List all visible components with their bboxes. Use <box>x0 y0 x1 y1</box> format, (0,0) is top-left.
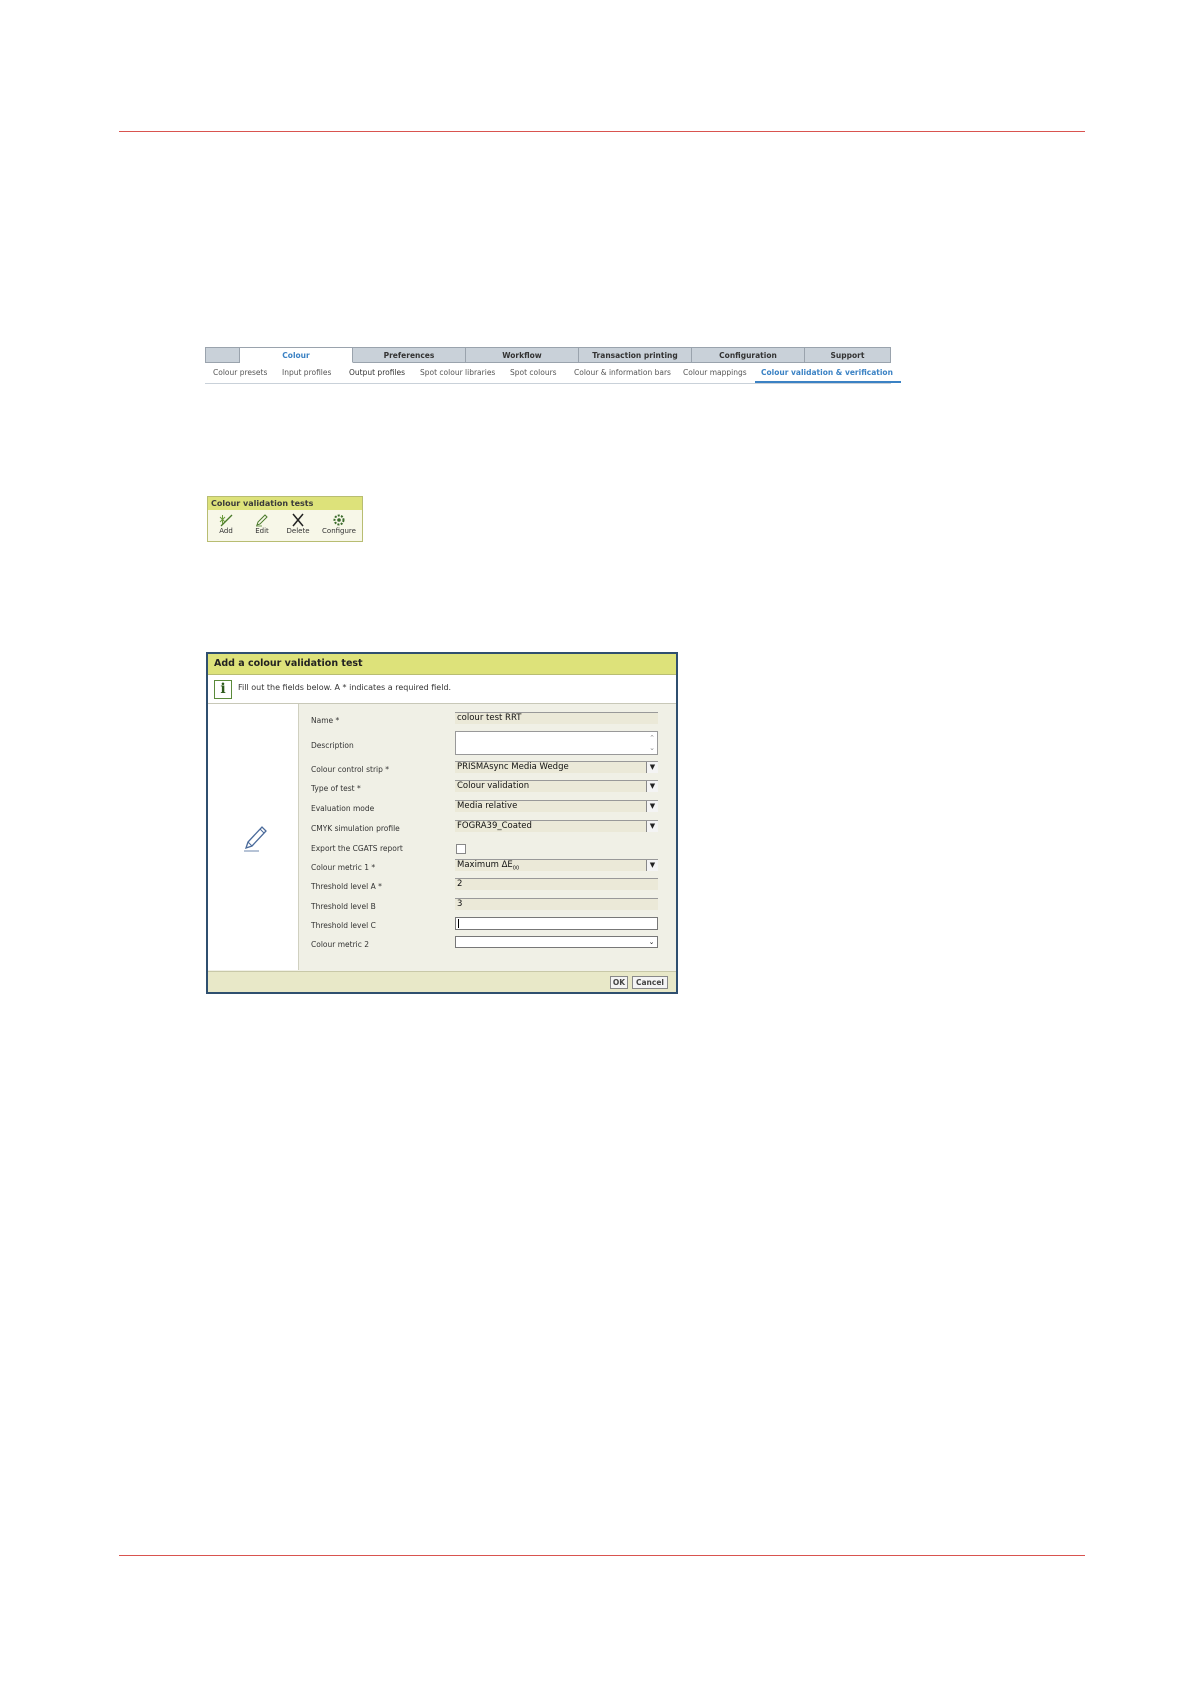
type-value: Colour validation <box>457 781 530 791</box>
dialog-icon-column <box>208 704 299 970</box>
toolbar-title: Colour validation tests <box>208 497 362 510</box>
tab-blank[interactable] <box>205 347 240 363</box>
threshold-a-label: Threshold level A * <box>311 882 382 891</box>
mode-label: Evaluation mode <box>311 804 375 813</box>
header-rule <box>119 131 1085 132</box>
chevron-down-icon[interactable]: ▼ <box>646 821 658 832</box>
dialog-title: Add a colour validation test <box>208 654 676 675</box>
metric2-select[interactable]: ⌄ <box>455 936 658 948</box>
mode-select[interactable]: Media relative ▼ <box>455 800 658 812</box>
pencil-icon <box>244 826 267 852</box>
subtab-colour-presets[interactable]: Colour presets <box>213 368 267 377</box>
tab-transaction-printing[interactable]: Transaction printing <box>579 347 692 363</box>
sub-tab-row: Colour presets Input profiles Output pro… <box>205 364 901 384</box>
name-field[interactable]: colour test RRT <box>455 712 658 724</box>
description-label: Description <box>311 741 354 750</box>
add-label: Add <box>219 527 233 535</box>
test-form: Name * colour test RRT Description ⌃ ⌄ Co… <box>298 704 676 970</box>
tab-configuration[interactable]: Configuration <box>692 347 805 363</box>
threshold-c-label: Threshold level C <box>311 921 376 930</box>
ok-button[interactable]: OK <box>610 976 628 989</box>
type-select[interactable]: Colour validation ▼ <box>455 780 658 792</box>
navigation-tabs: Colour Preferences Workflow Transaction … <box>205 347 901 384</box>
threshold-c-field[interactable] <box>455 917 658 930</box>
description-field[interactable]: ⌃ ⌄ <box>455 731 658 755</box>
cgats-checkbox[interactable] <box>456 844 466 854</box>
subtab-colour-information-bars[interactable]: Colour & information bars <box>574 368 671 377</box>
subtab-colour-validation-verification[interactable]: Colour validation & verification <box>755 368 901 383</box>
metric1-value: Maximum ΔE <box>457 860 513 870</box>
info-text: Fill out the fields below. A * indicates… <box>238 683 452 692</box>
configure-button[interactable]: Configure <box>318 513 360 535</box>
info-icon: i <box>214 680 232 699</box>
scroll-arrows-icon[interactable]: ⌃ ⌄ <box>649 733 655 753</box>
configure-label: Configure <box>322 527 356 535</box>
metric2-label: Colour metric 2 <box>311 940 370 949</box>
colour-validation-toolbar: Colour validation tests Add Edit Delete … <box>207 496 363 542</box>
text-cursor <box>458 919 459 928</box>
dialog-footer: OK Cancel <box>208 971 676 992</box>
subtab-input-profiles[interactable]: Input profiles <box>282 368 331 377</box>
metric1-label: Colour metric 1 * <box>311 863 376 872</box>
threshold-b-label: Threshold level B <box>311 902 376 911</box>
subtab-spot-colours[interactable]: Spot colours <box>510 368 557 377</box>
delete-button[interactable]: Delete <box>280 513 316 535</box>
cmyk-label: CMYK simulation profile <box>311 824 400 833</box>
cancel-button[interactable]: Cancel <box>632 976 668 989</box>
chevron-down-icon[interactable]: ▼ <box>646 860 658 871</box>
mode-value: Media relative <box>457 801 518 811</box>
edit-button[interactable]: Edit <box>244 513 280 535</box>
tab-support[interactable]: Support <box>805 347 891 363</box>
tab-workflow[interactable]: Workflow <box>466 347 579 363</box>
add-test-dialog: Add a colour validation test i Fill out … <box>206 652 678 994</box>
footer-rule <box>119 1555 1085 1556</box>
type-label: Type of test * <box>311 784 361 793</box>
edit-icon <box>256 514 268 527</box>
main-tab-row: Colour Preferences Workflow Transaction … <box>205 347 891 364</box>
metric1-value-subscript: 00 <box>512 865 520 871</box>
threshold-a-field[interactable]: 2 <box>455 878 658 890</box>
name-label: Name * <box>311 716 340 725</box>
add-button[interactable]: Add <box>208 513 244 535</box>
delete-icon <box>292 513 304 527</box>
tab-colour[interactable]: Colour <box>240 347 353 363</box>
strip-label: Colour control strip * <box>311 765 390 774</box>
chevron-down-icon[interactable]: ▼ <box>646 781 658 792</box>
chevron-down-icon[interactable]: ▼ <box>646 801 658 812</box>
info-bar: i Fill out the fields below. A * indicat… <box>208 675 676 704</box>
cmyk-select[interactable]: FOGRA39_Coated ▼ <box>455 820 658 832</box>
delete-label: Delete <box>286 527 310 535</box>
chevron-down-icon[interactable]: ⌄ <box>646 937 657 947</box>
tab-preferences[interactable]: Preferences <box>353 347 466 363</box>
add-icon <box>219 514 233 527</box>
subtab-colour-mappings[interactable]: Colour mappings <box>683 368 747 377</box>
subtab-output-profiles[interactable]: Output profiles <box>349 368 405 377</box>
cmyk-value: FOGRA39_Coated <box>457 821 532 831</box>
edit-label: Edit <box>255 527 269 535</box>
metric1-select[interactable]: Maximum ΔE00 ▼ <box>455 859 658 871</box>
strip-select[interactable]: PRISMAsync Media Wedge ▼ <box>455 761 658 773</box>
cgats-label: Export the CGATS report <box>311 844 403 853</box>
subtab-spot-colour-libraries[interactable]: Spot colour libraries <box>420 368 495 377</box>
configure-icon <box>333 514 345 526</box>
threshold-b-field[interactable]: 3 <box>455 898 658 910</box>
chevron-down-icon[interactable]: ▼ <box>646 762 658 773</box>
strip-value: PRISMAsync Media Wedge <box>457 762 569 772</box>
